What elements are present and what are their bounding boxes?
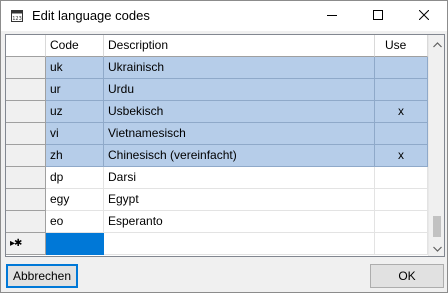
grid-header-row: Code Description Use <box>6 35 428 57</box>
code-cell[interactable]: uk <box>46 57 104 79</box>
minimize-icon <box>327 9 337 23</box>
description-cell[interactable]: Usbekisch <box>104 101 375 123</box>
code-cell[interactable]: uz <box>46 101 104 123</box>
new-row-header[interactable]: ▸✱ <box>6 233 46 255</box>
row-header[interactable] <box>6 101 46 123</box>
table-row[interactable]: uk Ukrainisch <box>6 57 428 79</box>
row-header[interactable] <box>6 189 46 211</box>
language-codes-grid[interactable]: Code Description Use uk Ukrainisch ur Ur… <box>5 34 445 257</box>
description-cell[interactable]: Vietnamesisch <box>104 123 375 145</box>
use-cell[interactable]: x <box>375 145 428 167</box>
dialog-app-icon: 123 <box>10 9 24 23</box>
table-row[interactable]: uz Usbekisch x <box>6 101 428 123</box>
use-cell[interactable] <box>375 79 428 101</box>
new-use-cell[interactable] <box>375 233 428 255</box>
code-cell[interactable]: dp <box>46 167 104 189</box>
table-row[interactable]: eo Esperanto <box>6 211 428 233</box>
table-row[interactable]: zh Chinesisch (vereinfacht) x <box>6 145 428 167</box>
maximize-button[interactable] <box>355 1 401 31</box>
scroll-thumb[interactable] <box>433 216 441 237</box>
row-header[interactable] <box>6 211 46 233</box>
new-row-indicator-icon: ▸✱ <box>10 238 22 249</box>
code-cell[interactable]: ur <box>46 79 104 101</box>
edit-language-codes-dialog: 123 Edit language codes Code Description… <box>0 0 448 293</box>
scroll-down-button[interactable] <box>429 239 444 256</box>
close-button[interactable] <box>401 1 447 31</box>
window-title: Edit language codes <box>32 8 150 23</box>
vertical-scrollbar[interactable] <box>428 35 444 256</box>
code-cell[interactable]: egy <box>46 189 104 211</box>
use-cell[interactable] <box>375 211 428 233</box>
svg-text:123: 123 <box>12 16 22 22</box>
new-code-cell[interactable] <box>46 233 104 255</box>
code-cell[interactable]: vi <box>46 123 104 145</box>
maximize-icon <box>373 9 383 23</box>
table-row[interactable]: vi Vietnamesisch <box>6 123 428 145</box>
new-row[interactable]: ▸✱ <box>6 233 428 255</box>
cancel-button[interactable]: Abbrechen <box>6 264 78 288</box>
description-cell[interactable]: Darsi <box>104 167 375 189</box>
row-header-corner[interactable] <box>6 35 46 57</box>
row-header[interactable] <box>6 123 46 145</box>
close-icon <box>418 9 430 23</box>
use-cell[interactable] <box>375 57 428 79</box>
use-cell[interactable] <box>375 189 428 211</box>
description-cell[interactable]: Ukrainisch <box>104 57 375 79</box>
row-header[interactable] <box>6 79 46 101</box>
minimize-button[interactable] <box>309 1 355 31</box>
use-cell[interactable] <box>375 167 428 189</box>
description-cell[interactable]: Chinesisch (vereinfacht) <box>104 145 375 167</box>
description-cell[interactable]: Egypt <box>104 189 375 211</box>
row-header[interactable] <box>6 145 46 167</box>
column-header-description[interactable]: Description <box>104 35 375 57</box>
row-header[interactable] <box>6 167 46 189</box>
chevron-down-icon <box>433 241 442 255</box>
description-cell[interactable]: Urdu <box>104 79 375 101</box>
scroll-up-button[interactable] <box>429 35 444 52</box>
column-header-code[interactable]: Code <box>46 35 104 57</box>
use-cell[interactable] <box>375 123 428 145</box>
column-header-use[interactable]: Use <box>375 35 428 57</box>
table-row[interactable]: ur Urdu <box>6 79 428 101</box>
table-row[interactable]: dp Darsi <box>6 167 428 189</box>
code-cell[interactable]: zh <box>46 145 104 167</box>
ok-button[interactable]: OK <box>370 264 444 288</box>
new-description-cell[interactable] <box>104 233 375 255</box>
code-cell[interactable]: eo <box>46 211 104 233</box>
title-bar: 123 Edit language codes <box>1 1 447 31</box>
row-header[interactable] <box>6 57 46 79</box>
use-cell[interactable]: x <box>375 101 428 123</box>
description-cell[interactable]: Esperanto <box>104 211 375 233</box>
chevron-up-icon <box>433 37 442 51</box>
table-row[interactable]: egy Egypt <box>6 189 428 211</box>
